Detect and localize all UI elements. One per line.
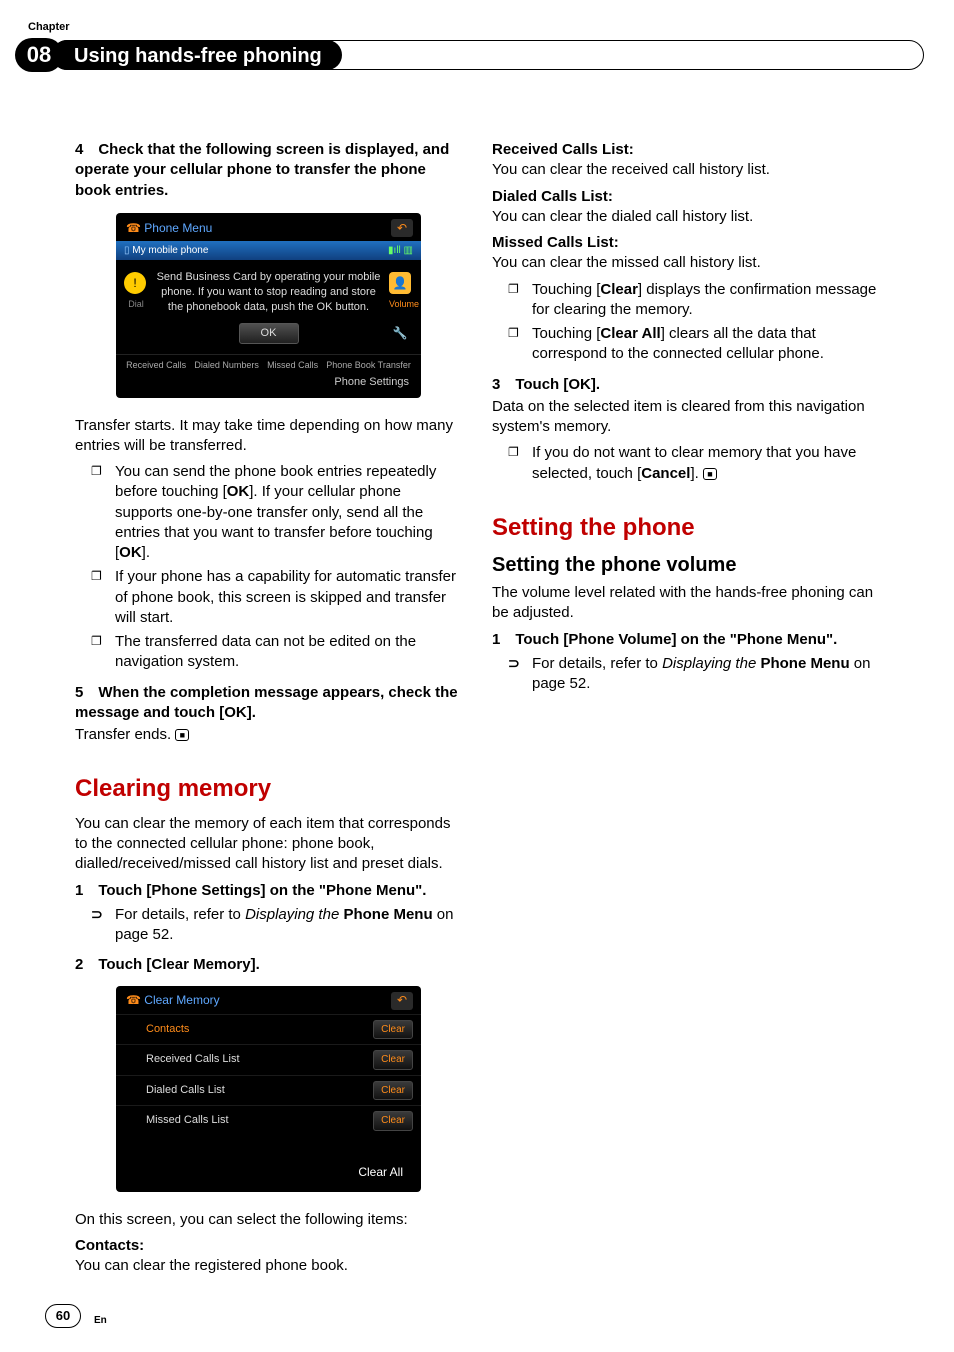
clearing-memory-heading: Clearing memory	[75, 773, 462, 805]
clear-memory-screenshot: ☎ Clear Memory ↶ Contacts Clear Received…	[116, 986, 421, 1192]
ss2-received: Received Calls List	[124, 1052, 240, 1067]
note-item: The transferred data can not be edited o…	[115, 632, 462, 673]
reference-item: For details, refer to Displaying the Pho…	[532, 654, 879, 695]
missed-heading: Missed Calls List:	[492, 233, 879, 253]
content-columns: 4 Check that the following screen is dis…	[75, 140, 879, 1292]
transfer-starts-text: Transfer starts. It may take time depend…	[75, 416, 462, 457]
volume-label: Volume	[389, 298, 413, 310]
step-1-phone-volume: 1 Touch [Phone Volume] on the "Phone Men…	[492, 630, 879, 650]
note-item: You can send the phone book entries repe…	[115, 462, 462, 563]
note-item: If you do not want to clear memory that …	[532, 443, 879, 484]
missed-text: You can clear the missed call history li…	[492, 253, 879, 273]
back-icon: ↶	[391, 992, 413, 1010]
select-items-text: On this screen, you can select the follo…	[75, 1210, 462, 1230]
note-item: Touching [Clear All] clears all the data…	[532, 324, 879, 365]
end-icon: ■	[175, 729, 189, 741]
dialed-heading: Dialed Calls List:	[492, 187, 879, 207]
received-heading: Received Calls List:	[492, 140, 879, 160]
ss2-clear-button: Clear	[373, 1050, 413, 1070]
step-4-heading: 4 Check that the following screen is dis…	[75, 140, 462, 201]
setting-volume-heading: Setting the phone volume	[492, 552, 879, 579]
step-5-heading: 5 When the completion message appears, c…	[75, 683, 462, 724]
step-2-clear-memory: 2 Touch [Clear Memory].	[75, 955, 462, 975]
ss2-clear-button: Clear	[373, 1081, 413, 1101]
ss1-tab-dialed: Dialed Numbers	[194, 359, 259, 371]
signal-icon: ▮ıll ▥	[388, 244, 413, 258]
page-header: 08 Using hands-free phoning	[0, 38, 954, 78]
ss1-bottom: Phone Settings	[116, 373, 421, 390]
ss2-title: ☎ Clear Memory	[126, 992, 220, 1008]
ss1-tab-missed: Missed Calls	[267, 359, 318, 371]
volume-para: The volume level related with the hands-…	[492, 583, 879, 624]
ss2-clear-button: Clear	[373, 1020, 413, 1040]
ss2-clear-button: Clear	[373, 1111, 413, 1131]
page-language: En	[94, 1314, 107, 1328]
ss2-dialed: Dialed Calls List	[124, 1083, 225, 1098]
dial-label: Dial	[124, 298, 148, 310]
ss1-message: Send Business Card by operating your mob…	[156, 270, 381, 315]
ss1-ok-button: OK	[239, 323, 299, 344]
received-text: You can clear the received call history …	[492, 160, 879, 180]
reference-item: For details, refer to Displaying the Pho…	[115, 905, 462, 946]
contacts-text: You can clear the registered phone book.	[75, 1256, 462, 1276]
end-icon: ■	[703, 468, 717, 480]
wrench-icon: 🔧	[389, 322, 411, 344]
page-title: Using hands-free phoning	[52, 40, 342, 70]
note-item: Touching [Clear] displays the confirmati…	[532, 280, 879, 321]
dialed-text: You can clear the dialed call history li…	[492, 207, 879, 227]
contact-icon: 👤	[389, 272, 411, 294]
warning-icon: !	[124, 272, 146, 294]
clearing-memory-para: You can clear the memory of each item th…	[75, 814, 462, 875]
ss1-subtitle: ▯ My mobile phone	[124, 244, 208, 258]
setting-phone-heading: Setting the phone	[492, 512, 879, 544]
step-1-phone-settings: 1 Touch [Phone Settings] on the "Phone M…	[75, 881, 462, 901]
ss2-clear-all: Clear All	[116, 1136, 421, 1184]
step-5-after: Transfer ends. ■	[75, 725, 462, 745]
ss2-missed: Missed Calls List	[124, 1113, 229, 1128]
back-icon: ↶	[391, 219, 413, 237]
chapter-label: Chapter	[28, 20, 70, 35]
step-3-touch-ok: 3 Touch [OK].	[492, 375, 879, 395]
phone-menu-screenshot: ☎ Phone Menu ↶ ▯ My mobile phone ▮ıll ▥ …	[116, 213, 421, 398]
ss1-tab-transfer: Phone Book Transfer	[326, 359, 411, 371]
ss1-tab-received: Received Calls	[126, 359, 186, 371]
ss2-contacts: Contacts	[124, 1022, 189, 1037]
note-item: If your phone has a capability for autom…	[115, 567, 462, 628]
step-3-text: Data on the selected item is cleared fro…	[492, 397, 879, 438]
ss1-title: ☎ Phone Menu	[126, 220, 212, 236]
contacts-heading: Contacts:	[75, 1236, 462, 1256]
page-number-badge: 60	[45, 1304, 81, 1328]
